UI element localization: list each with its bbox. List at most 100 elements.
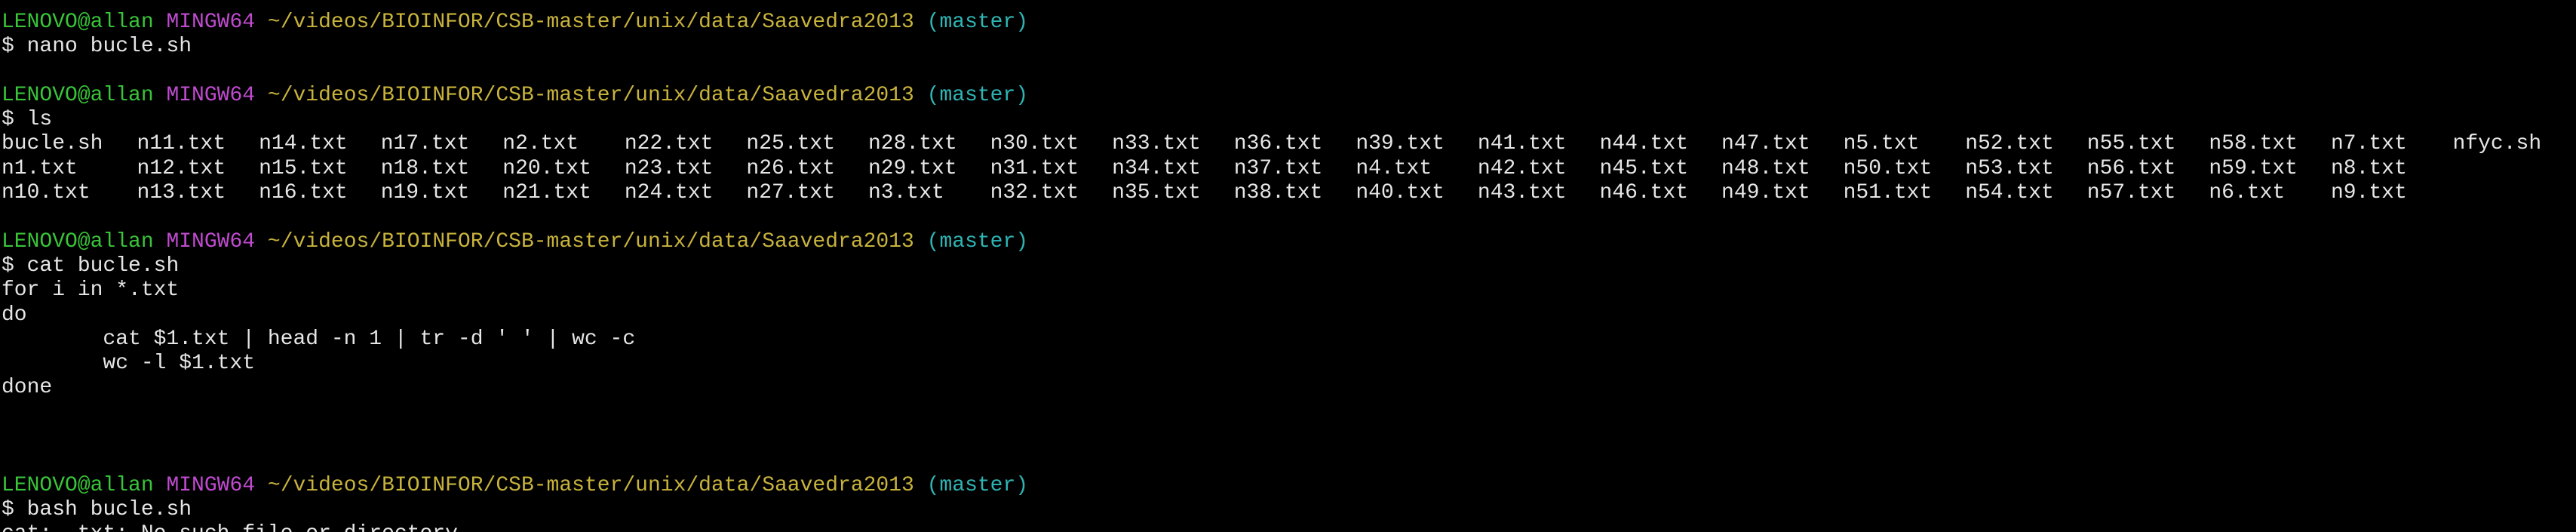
prompt-line: LENOVO@allan MINGW64 ~/videos/BIOINFOR/C…: [2, 230, 2574, 254]
command-text: ls: [26, 108, 53, 132]
ls-row: n10.txt n13.txt n16.txt n19.txt n21.txt n24.t…: [2, 181, 2574, 205]
ls-file-entry: n30.txt: [990, 132, 1079, 156]
ls-file-entry: [2453, 157, 2574, 181]
ls-file-entry: n41.txt: [1477, 132, 1567, 156]
ls-file-entry: bucle.sh: [2, 132, 103, 156]
command-line: $ ls: [2, 108, 2574, 132]
ls-row: n1.txt n12.txt n15.txt n18.txt n20.txt n23.tx…: [2, 157, 2574, 181]
error-output-line: cat: .txt: No such file or directory: [2, 522, 2574, 532]
prompt-path: ~/videos/BIOINFOR/CSB-master/unix/data/S…: [267, 11, 914, 34]
ls-file-entry: n38.txt: [1233, 181, 1323, 205]
prompt-line: LENOVO@allan MINGW64 ~/videos/BIOINFOR/C…: [2, 84, 2574, 108]
ls-file-entry: n2.txt: [502, 132, 579, 156]
ls-file-entry: n21.txt: [502, 181, 591, 205]
ls-file-entry: n29.txt: [868, 156, 957, 180]
ls-file-entry: n5.txt: [1843, 132, 1920, 156]
ls-file-entry: n51.txt: [1843, 181, 1933, 205]
ls-file-entry: n56.txt: [2086, 156, 2176, 180]
script-line: do: [2, 303, 27, 327]
prompt-symbol: $: [2, 35, 14, 59]
prompt-system: MINGW64: [166, 229, 256, 254]
prompt-branch: (master): [926, 229, 1029, 254]
ls-file-entry: n40.txt: [1356, 181, 1445, 205]
ls-file-entry: n59.txt: [2209, 156, 2298, 180]
ls-file-entry: n46.txt: [1599, 181, 1689, 205]
terminal-window[interactable]: LENOVO@allan MINGW64 ~/videos/BIOINFOR/C…: [2, 11, 2574, 532]
ls-file-entry: n57.txt: [2086, 181, 2176, 205]
ls-file-entry: n54.txt: [1965, 181, 2054, 205]
ls-file-entry: n24.txt: [624, 181, 714, 205]
prompt-branch: (master): [926, 83, 1029, 107]
ls-file-entry: n45.txt: [1599, 156, 1689, 180]
ls-file-entry: n23.txt: [624, 156, 714, 180]
ls-file-entry: n31.txt: [990, 156, 1079, 180]
prompt-branch: (master): [926, 473, 1029, 497]
ls-file-entry: n8.txt: [2330, 156, 2407, 180]
ls-file-entry: n42.txt: [1477, 156, 1567, 180]
command-line: $ bash bucle.sh: [2, 498, 2574, 522]
ls-file-entry: n14.txt: [259, 132, 348, 156]
prompt-user-host: LENOVO@allan: [2, 83, 154, 107]
ls-file-entry: n10.txt: [2, 181, 91, 205]
ls-row: bucle.sh n11.txt n14.txt n17.txt n2.txt n22.t…: [2, 132, 2574, 156]
ls-file-entry: n39.txt: [1356, 132, 1445, 156]
ls-file-entry: n20.txt: [502, 156, 591, 180]
prompt-path: ~/videos/BIOINFOR/CSB-master/unix/data/S…: [267, 473, 914, 497]
ls-file-entry: n32.txt: [990, 181, 1079, 205]
ls-file-entry: n25.txt: [746, 132, 836, 156]
ls-output: bucle.sh n11.txt n14.txt n17.txt n2.txt n22.t…: [2, 132, 2574, 205]
ls-file-entry: [2453, 181, 2574, 205]
prompt-symbol: $: [2, 254, 14, 278]
ls-file-entry: n36.txt: [1233, 132, 1323, 156]
ls-file-entry: n9.txt: [2330, 181, 2407, 205]
ls-file-entry: n1.txt: [2, 156, 78, 180]
ls-file-entry: n52.txt: [1965, 132, 2054, 156]
prompt-user-host: LENOVO@allan: [2, 229, 154, 254]
ls-file-entry: n37.txt: [1233, 156, 1323, 180]
ls-file-entry: n15.txt: [259, 156, 348, 180]
ls-file-entry: n53.txt: [1965, 156, 2054, 180]
ls-file-entry: n58.txt: [2209, 132, 2298, 156]
ls-file-entry: n13.txt: [137, 181, 226, 205]
ls-file-entry: n50.txt: [1843, 156, 1933, 180]
ls-file-entry: n48.txt: [1721, 156, 1810, 180]
ls-file-entry: n16.txt: [259, 181, 348, 205]
ls-file-entry: n44.txt: [1599, 132, 1689, 156]
prompt-symbol: $: [2, 108, 14, 132]
command-text: nano bucle.sh: [26, 35, 192, 59]
ls-file-entry: n22.txt: [624, 132, 714, 156]
ls-file-entry: n26.txt: [746, 156, 836, 180]
script-line: wc -l $1.txt: [2, 352, 256, 376]
ls-file-entry: n18.txt: [380, 156, 470, 180]
ls-file-entry: n7.txt: [2330, 132, 2407, 156]
ls-file-entry: n12.txt: [137, 156, 226, 180]
prompt-system: MINGW64: [166, 473, 256, 497]
prompt-user-host: LENOVO@allan: [2, 473, 154, 497]
ls-file-entry: n43.txt: [1477, 181, 1567, 205]
ls-file-entry: n4.txt: [1356, 156, 1432, 180]
ls-file-entry: n17.txt: [380, 132, 470, 156]
prompt-symbol: $: [2, 497, 14, 521]
ls-file-entry: n11.txt: [137, 132, 226, 156]
ls-file-entry: n35.txt: [1112, 181, 1201, 205]
prompt-path: ~/videos/BIOINFOR/CSB-master/unix/data/S…: [267, 229, 914, 254]
script-line: for i in *.txt: [2, 278, 180, 303]
ls-file-entry: n3.txt: [868, 181, 944, 205]
ls-file-entry: n6.txt: [2209, 181, 2286, 205]
ls-file-entry: nfyc.sh: [2452, 132, 2542, 156]
ls-file-entry: n19.txt: [380, 181, 470, 205]
prompt-system: MINGW64: [166, 83, 256, 107]
command-line: $ nano bucle.sh: [2, 35, 2574, 59]
prompt-system: MINGW64: [166, 11, 256, 34]
command-line: $ cat bucle.sh: [2, 254, 2574, 278]
script-line: done: [2, 376, 53, 400]
ls-file-entry: n33.txt: [1112, 132, 1201, 156]
prompt-line: LENOVO@allan MINGW64 ~/videos/BIOINFOR/C…: [2, 474, 2574, 498]
ls-file-entry: n34.txt: [1112, 156, 1201, 180]
ls-file-entry: n49.txt: [1721, 181, 1810, 205]
